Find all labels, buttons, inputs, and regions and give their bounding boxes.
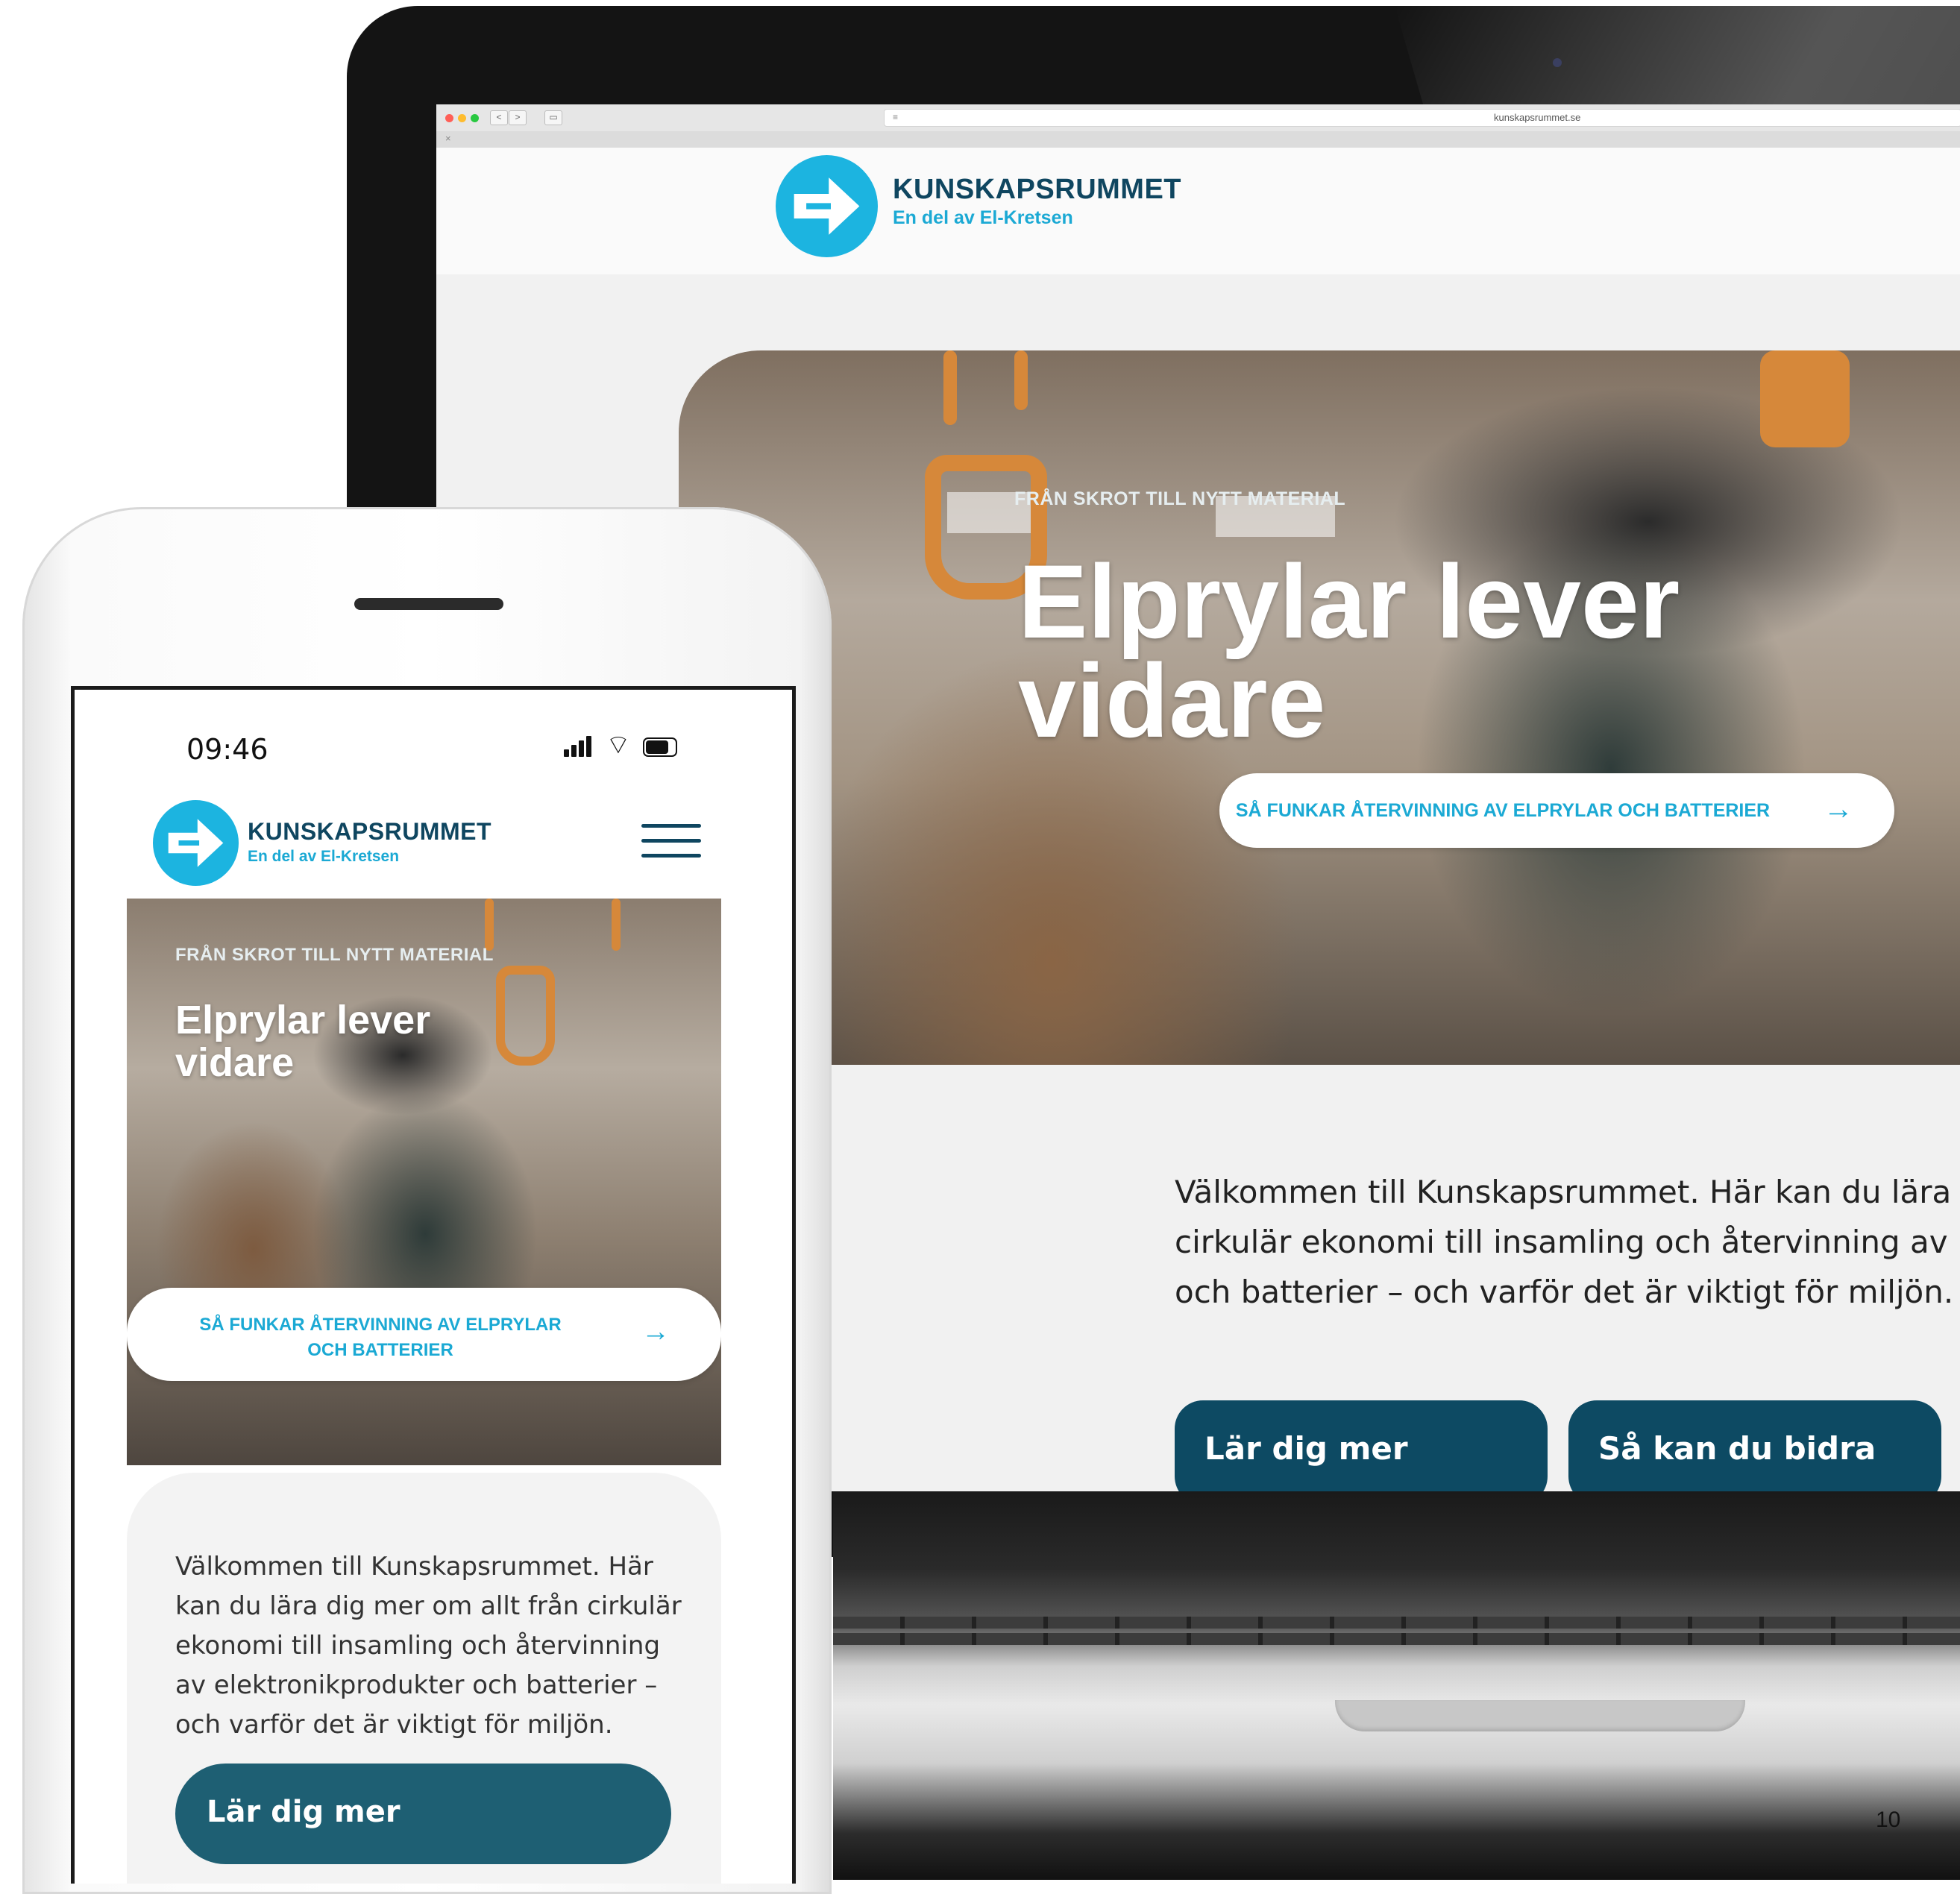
intro-line: av elektronikprodukter och batterier – xyxy=(175,1670,658,1700)
button-label: Lär dig mer xyxy=(1204,1430,1408,1467)
handle-loop xyxy=(1760,350,1850,447)
arrow-right-icon: → xyxy=(1824,793,1853,825)
logo-icon[interactable] xyxy=(153,800,239,886)
intro-line: och batterier – och varför det är viktig… xyxy=(1175,1274,1954,1310)
hero-title-line: Elprylar lever xyxy=(1018,543,1680,660)
brand-name[interactable]: KUNSKAPSRUMMET xyxy=(248,818,491,846)
browser-toolbar: < > ▭ ≡ kunskapsrummet.se xyxy=(436,104,1960,132)
logo-icon[interactable] xyxy=(776,155,878,257)
tab-close-icon[interactable]: × xyxy=(445,133,451,144)
hero-title: Elprylar lever vidare xyxy=(175,999,430,1083)
intro-line: cirkulär ekonomi till insamling och åter… xyxy=(1175,1224,1948,1260)
hero-title: Elprylar lever vidare xyxy=(1018,543,1680,759)
battery-icon xyxy=(643,737,677,757)
handle-strap xyxy=(485,899,494,951)
cta-label: SÅ FUNKAR ÅTERVINNING AV ELPRYLAR OCH BA… xyxy=(1235,800,1771,821)
hamburger-menu-icon[interactable] xyxy=(641,824,701,869)
keyboard-row xyxy=(833,1617,1960,1629)
sidebar-toggle-icon[interactable]: ▭ xyxy=(544,110,562,125)
url-text[interactable]: kunskapsrummet.se xyxy=(1494,112,1580,123)
cta-label-line: SÅ FUNKAR ÅTERVINNING AV ELPRYLAR xyxy=(199,1315,562,1335)
reader-view-icon[interactable]: ≡ xyxy=(893,112,898,122)
page-number: 10 xyxy=(1876,1808,1901,1832)
camera-icon xyxy=(1553,58,1562,67)
minimize-window-icon[interactable] xyxy=(458,114,466,122)
mobile-hero-banner: FRÅN SKROT TILL NYTT MATERIAL Elprylar l… xyxy=(127,899,721,1465)
tab-bar xyxy=(436,131,1960,148)
learn-more-button[interactable]: Lär dig mer xyxy=(1175,1400,1548,1491)
handle-strap xyxy=(612,899,621,951)
handle-strap xyxy=(1014,350,1028,410)
hero-title-line: vidare xyxy=(1018,642,1326,759)
hero-kicker: FRÅN SKROT TILL NYTT MATERIAL xyxy=(175,945,494,965)
hero-title-line: Elprylar lever xyxy=(175,998,431,1042)
brand-tagline: En del av El-Kretsen xyxy=(248,848,400,865)
phone-screen: 09:46 ⌔ KUNSKAPSRUMMET En del av El-Kret… xyxy=(71,686,796,1884)
intro-line: Välkommen till Kunskapsrummet. Här xyxy=(175,1552,653,1582)
address-bar[interactable] xyxy=(884,109,1960,127)
hero-banner: FRÅN SKROT TILL NYTT MATERIAL Elprylar l… xyxy=(679,350,1960,1065)
recycling-info-button[interactable]: SÅ FUNKAR ÅTERVINNING AV ELPRYLAR OCH BA… xyxy=(127,1288,721,1381)
hero-kicker: FRÅN SKROT TILL NYTT MATERIAL xyxy=(1014,488,1346,509)
hero-title-line: vidare xyxy=(175,1039,295,1085)
brand-name[interactable]: KUNSKAPSRUMMET xyxy=(893,174,1181,206)
intro-line: och varför det är viktigt för miljön. xyxy=(175,1710,613,1740)
cta-label: SÅ FUNKAR ÅTERVINNING AV ELPRYLAR OCH BA… xyxy=(157,1312,604,1363)
brand-tagline: En del av El-Kretsen xyxy=(893,207,1073,228)
signal-icon xyxy=(564,734,594,757)
contribute-button[interactable]: Så kan du bidra xyxy=(1568,1400,1941,1491)
forward-button[interactable]: > xyxy=(509,110,527,125)
button-label: Lär dig mer xyxy=(207,1795,401,1829)
intro-text: Välkommen till Kunskapsrummet. Här kan d… xyxy=(175,1547,682,1745)
keyboard-row xyxy=(833,1633,1960,1645)
intro-text: Välkommen till Kunskapsrummet. Här kan d… xyxy=(1175,1167,1953,1317)
cta-label-line: OCH BATTERIER xyxy=(307,1340,453,1360)
site-header: KUNSKAPSRUMMET En del av El-Kretsen xyxy=(436,148,1960,274)
back-button[interactable]: < xyxy=(490,110,508,125)
handle-strap xyxy=(943,350,957,425)
intro-line: Välkommen till Kunskapsrummet. Här kan d… xyxy=(1175,1174,1952,1210)
recycling-info-button[interactable]: SÅ FUNKAR ÅTERVINNING AV ELPRYLAR OCH BA… xyxy=(1219,773,1894,848)
trackpad-notch xyxy=(1335,1700,1745,1731)
status-time: 09:46 xyxy=(186,733,268,766)
close-window-icon[interactable] xyxy=(445,114,453,122)
button-label: Så kan du bidra xyxy=(1598,1430,1876,1467)
arrow-right-icon: → xyxy=(641,1316,670,1347)
handle-loop xyxy=(496,966,555,1066)
intro-line: ekonomi till insamling och återvinning xyxy=(175,1631,661,1661)
wifi-icon: ⌔ xyxy=(606,729,631,760)
learn-more-button[interactable]: Lär dig mer xyxy=(175,1764,671,1864)
intro-line: kan du lära dig mer om allt från cirkulä… xyxy=(175,1591,682,1621)
laptop-base xyxy=(833,1491,1960,1880)
phone-speaker xyxy=(354,598,503,610)
maximize-window-icon[interactable] xyxy=(471,114,479,122)
